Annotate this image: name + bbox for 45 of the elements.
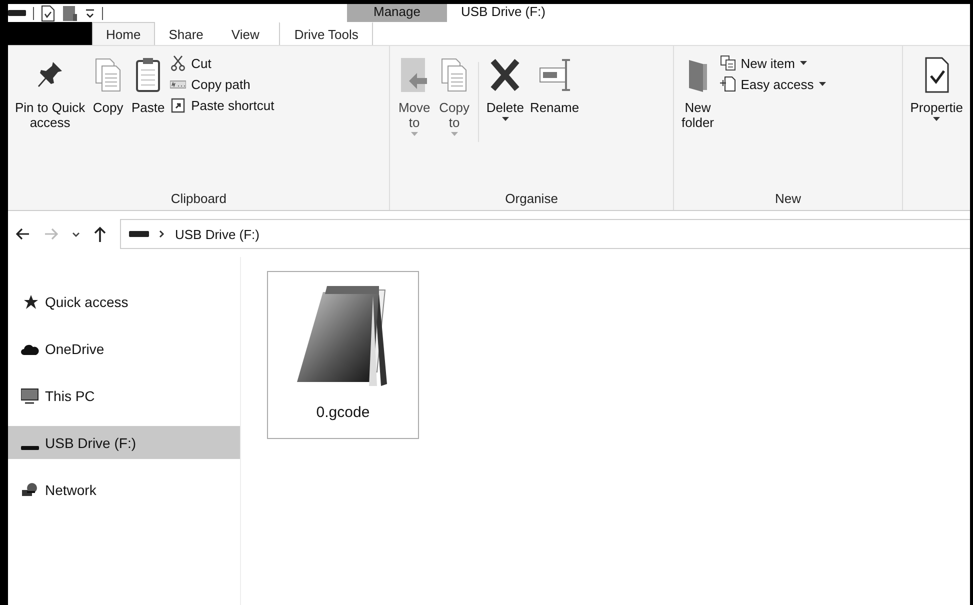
ribbon-tab[interactable]: View	[217, 22, 274, 45]
documents-icon	[720, 55, 736, 71]
ribbon-tab[interactable]: Share	[154, 22, 218, 45]
scissors-icon	[170, 55, 186, 71]
customize-menu-icon[interactable]	[85, 7, 95, 19]
ribbon-button[interactable]: Propertie	[907, 52, 966, 125]
network-icon	[21, 482, 39, 498]
address-bar[interactable]: USB Drive (F:)	[120, 219, 970, 249]
ribbon-button[interactable]: Delete	[483, 52, 527, 125]
ribbon-button[interactable]: New folder	[678, 52, 718, 134]
nav-item[interactable]: USB Drive (F:)	[8, 426, 240, 459]
rename-icon	[538, 56, 572, 94]
document-icon	[720, 76, 736, 92]
nav-item[interactable]: Quick access	[8, 285, 240, 318]
group-label: Organise	[504, 191, 559, 208]
drive-icon[interactable]	[8, 9, 26, 17]
up-icon[interactable]	[94, 226, 106, 242]
monitor-icon	[21, 388, 39, 404]
path-segment[interactable]: USB Drive (F:)	[175, 226, 260, 242]
recent-locations-icon[interactable]	[72, 232, 80, 236]
ribbon-button[interactable]: Paste	[128, 52, 168, 119]
group-label: New	[774, 191, 802, 208]
group-label: Clipboard	[170, 191, 228, 208]
ribbon-button[interactable]: Rename	[526, 52, 582, 119]
properties-icon[interactable]	[41, 4, 55, 22]
ribbon-button[interactable]: Cut	[168, 54, 276, 72]
ribbon-button[interactable]: Easy access	[718, 75, 828, 93]
nav-item[interactable]: This PC	[8, 379, 240, 412]
drive-icon	[129, 230, 149, 238]
window-title: USB Drive (F:)	[461, 4, 546, 20]
manage-tab-header: Manage	[347, 4, 447, 22]
drive-icon	[21, 446, 39, 450]
clipboard-icon	[170, 97, 186, 113]
file-item[interactable]: 0.gcode	[267, 271, 419, 439]
nav-item[interactable]: Network	[8, 473, 240, 506]
ribbon-tab[interactable]: Home	[92, 22, 155, 45]
ribbon-button[interactable]: Copy	[88, 52, 128, 119]
ribbon-button[interactable]: New item	[718, 54, 828, 72]
ribbon-button[interactable]: Paste shortcut	[168, 96, 276, 114]
folder-icon[interactable]	[62, 4, 78, 22]
chevron-icon	[159, 230, 165, 238]
ribbon-button[interactable]: Copy path	[168, 75, 276, 93]
back-icon[interactable]	[16, 228, 30, 240]
ribbon-button[interactable]: Pin to Quick access	[12, 52, 88, 134]
nav-item[interactable]: OneDrive	[8, 332, 240, 365]
